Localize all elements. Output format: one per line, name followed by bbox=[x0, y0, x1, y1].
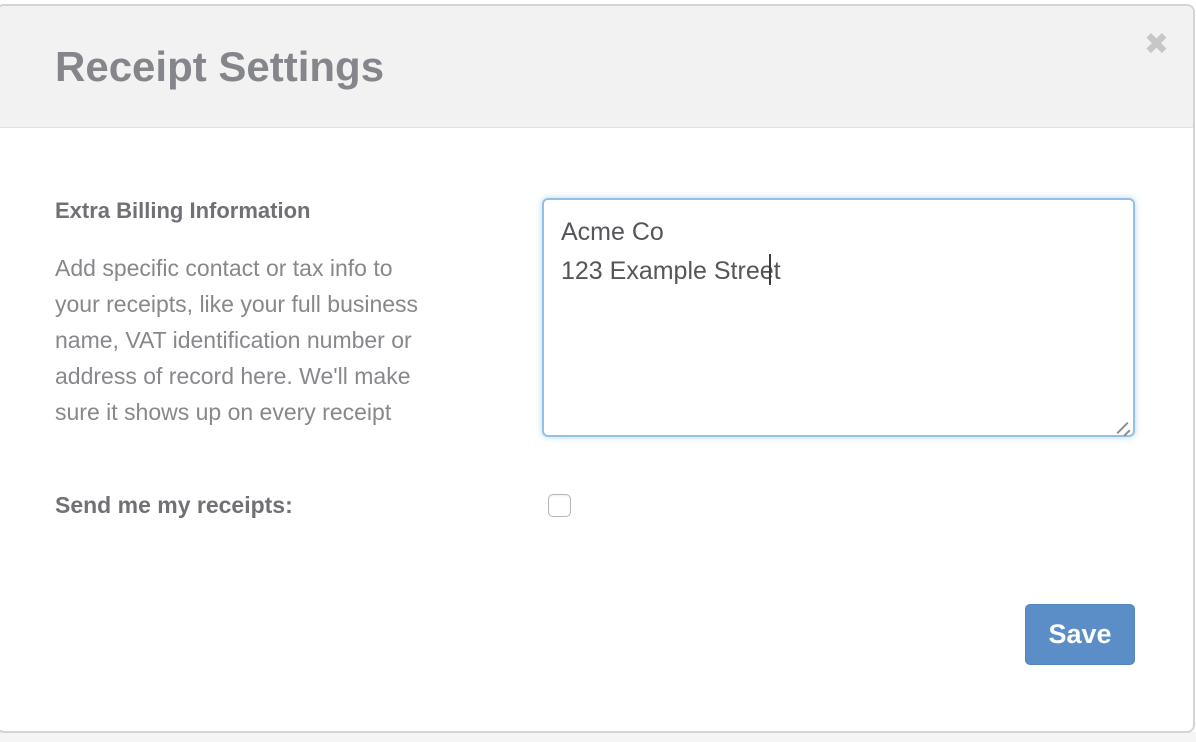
send-receipts-label: Send me my receipts: bbox=[55, 492, 487, 519]
send-receipts-checkbox-wrap bbox=[548, 494, 571, 517]
billing-info-text-col: Extra Billing Information Add specific c… bbox=[55, 198, 487, 442]
send-receipts-row: Send me my receipts: bbox=[55, 492, 1135, 519]
billing-info-description: Add specific contact or tax info to your… bbox=[55, 250, 487, 430]
save-button[interactable]: Save bbox=[1025, 604, 1135, 665]
extra-billing-textarea[interactable] bbox=[542, 198, 1135, 437]
footer-actions-row: Save bbox=[55, 604, 1135, 665]
page-background-strip bbox=[0, 732, 1196, 742]
receipt-settings-modal: Receipt Settings ✖ Extra Billing Informa… bbox=[0, 4, 1195, 733]
billing-textarea-wrap bbox=[542, 198, 1135, 442]
billing-info-label: Extra Billing Information bbox=[55, 198, 487, 224]
send-receipts-checkbox[interactable] bbox=[548, 494, 571, 517]
send-receipts-label-col: Send me my receipts: bbox=[55, 492, 487, 519]
close-icon[interactable]: ✖ bbox=[1144, 30, 1169, 60]
resize-grip-line bbox=[1123, 429, 1130, 436]
modal-body: Extra Billing Information Add specific c… bbox=[0, 128, 1193, 665]
modal-header: Receipt Settings ✖ bbox=[0, 6, 1193, 128]
resize-grip-icon[interactable] bbox=[1113, 419, 1131, 437]
billing-info-row: Extra Billing Information Add specific c… bbox=[55, 198, 1135, 442]
modal-title: Receipt Settings bbox=[55, 43, 384, 91]
